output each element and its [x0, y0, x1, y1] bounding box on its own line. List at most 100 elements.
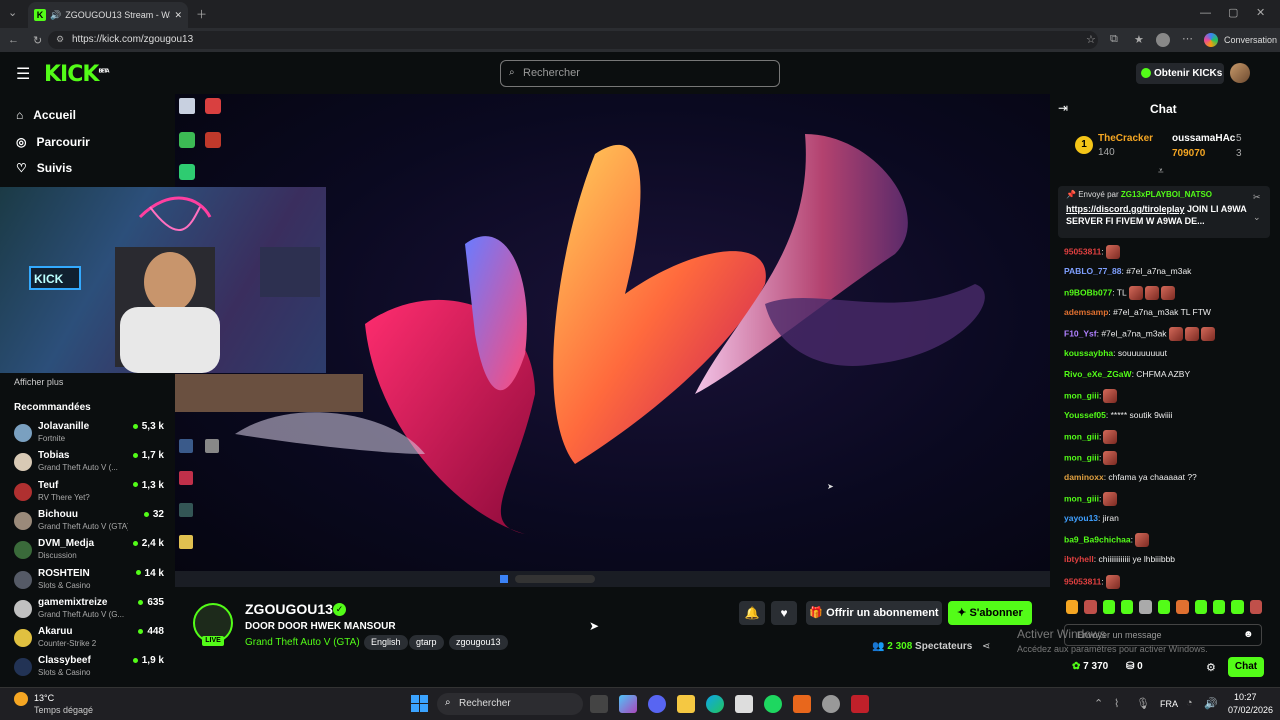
chat-message[interactable]: mon_giii: [1064, 451, 1118, 465]
chat-username[interactable]: 95053811 [1064, 246, 1101, 256]
chat-username[interactable]: ibtyhell [1064, 554, 1094, 564]
gift-subscription-button[interactable]: 🎁 Offrir un abonnement [806, 601, 942, 625]
close-window-icon[interactable]: ✕ [1256, 6, 1265, 19]
share-icon[interactable]: ⋖ [982, 641, 990, 652]
more-icon[interactable]: ⋯ [1182, 32, 1193, 45]
send-chat-button[interactable]: Chat [1228, 657, 1264, 677]
emote-icon[interactable] [1121, 600, 1134, 614]
collapse-chat-icon[interactable]: ⇥ [1058, 101, 1068, 115]
expand-leaderboard-icon[interactable]: ⩡ [1158, 166, 1164, 177]
speaker-icon[interactable]: 🔊 [50, 10, 61, 21]
expand-pinned-icon[interactable]: ⌄ [1253, 212, 1261, 223]
emote-icon[interactable] [1066, 600, 1079, 614]
recommended-channel[interactable]: Bichouu Grand Theft Auto V (GTA) 32 [14, 509, 164, 537]
task-view-icon[interactable] [590, 695, 608, 713]
taskbar-search[interactable]: Rechercher [437, 693, 583, 715]
chat-username[interactable]: ademsamp [1064, 307, 1108, 317]
chat-message[interactable]: mon_giii: [1064, 430, 1118, 445]
file-explorer-icon[interactable] [677, 695, 695, 713]
emote-bar[interactable] [1064, 600, 1262, 616]
site-info-icon[interactable]: ⚙ [56, 34, 64, 45]
emote-icon[interactable] [1212, 600, 1226, 614]
emoji-icon[interactable]: ☻ [1243, 629, 1254, 640]
tag-english[interactable]: English [364, 635, 408, 650]
clock-date[interactable]: 07/02/2026 [1228, 705, 1273, 715]
emote-icon[interactable] [1102, 600, 1116, 614]
recommended-channel[interactable]: Teuf RV There Yet? 1,3 k [14, 480, 164, 508]
chat-message[interactable]: yayou13: jiran [1064, 513, 1119, 523]
sidebar-item-parcourir[interactable]: ◎ Parcourir [16, 135, 90, 149]
leader-name[interactable]: oussamaHAc [1172, 133, 1235, 144]
url-field[interactable]: https://kick.com/zgougou13 [48, 31, 1098, 49]
channel-points[interactable]: ⛁ 0 [1126, 661, 1143, 672]
chat-username[interactable]: ba9_Ba9chichaa [1064, 535, 1131, 545]
chat-username[interactable]: PABLO_77_88 [1064, 266, 1121, 276]
emote-icon[interactable] [1176, 600, 1189, 614]
emote-icon[interactable] [1084, 600, 1097, 614]
emote-icon[interactable] [1194, 600, 1207, 614]
chat-username[interactable]: n9BOBb077 [1064, 287, 1112, 297]
kicks-balance[interactable]: ✿ 7 370 [1072, 661, 1108, 672]
chat-message[interactable]: Youssef05: ***** soutik 9wiiii [1064, 410, 1173, 420]
chat-message[interactable]: ademsamp: #7el_a7na_m3ak TL FTW [1064, 307, 1211, 317]
chat-username[interactable]: mon_giii [1064, 432, 1099, 442]
app-icon[interactable] [793, 695, 811, 713]
recommended-channel[interactable]: Akaruu Counter-Strike 2 448 [14, 626, 164, 654]
kick-logo[interactable]: KICKBETA [44, 62, 110, 87]
recommended-channel[interactable]: ROSHTEIN Slots & Casino 14 k [14, 568, 164, 596]
pinned-message[interactable]: 📌 Envoyé par ZG13xPLAYBOI_NATSO https://… [1058, 186, 1270, 238]
chat-username[interactable]: yayou13 [1064, 513, 1098, 523]
sidebar-item-suivis[interactable]: ♡ Suivis [16, 161, 72, 175]
wifi-icon[interactable]: ◔ [1186, 697, 1193, 709]
recommended-channel[interactable]: Tobias Grand Theft Auto V (... 1,7 k [14, 450, 164, 478]
profile-icon[interactable] [1156, 33, 1170, 47]
chat-message[interactable]: daminoxx: chfama ya chaaaaat ?? [1064, 472, 1197, 482]
follow-heart-button[interactable]: ♥ [771, 601, 797, 625]
chat-username[interactable]: 95053811 [1064, 576, 1101, 586]
tab-menu-icon[interactable]: ⌄ [8, 6, 17, 19]
recommended-channel[interactable]: gamemixtreize Grand Theft Auto V (G... 635 [14, 597, 164, 625]
leader-name[interactable]: TheCracker [1098, 133, 1153, 144]
minimize-icon[interactable]: — [1200, 7, 1211, 19]
extensions-icon[interactable]: ⧉ [1110, 33, 1118, 46]
favorite-icon[interactable]: ☆ [1086, 33, 1096, 46]
settings-taskbar-icon[interactable] [822, 695, 840, 713]
favorites-bar-icon[interactable]: ★ [1134, 33, 1144, 46]
recommended-channel[interactable]: Jolavanille Fortnite 5,3 k [14, 421, 164, 449]
edge-icon[interactable] [706, 695, 724, 713]
chat-message[interactable]: mon_giii: [1064, 492, 1118, 507]
chat-message[interactable]: n9BOBb077: TL [1064, 286, 1175, 301]
emote-icon[interactable] [1139, 600, 1152, 614]
chat-username[interactable]: daminoxx [1064, 472, 1104, 482]
volume-icon[interactable]: 🔊 [1204, 697, 1218, 710]
category-link[interactable]: Grand Theft Auto V (GTA) [245, 637, 360, 648]
start-icon[interactable] [411, 695, 428, 712]
mic-icon[interactable]: 🎙 [1136, 697, 1150, 710]
chat-username[interactable]: mon_giii [1064, 390, 1099, 400]
sidebar-item-accueil[interactable]: ⌂ Accueil [16, 108, 76, 122]
new-tab-icon[interactable]: ＋ [196, 6, 207, 22]
chat-username[interactable]: mon_giii [1064, 452, 1099, 462]
network-icon[interactable]: ⌇ [1114, 697, 1119, 710]
clock-time[interactable]: 10:27 [1234, 692, 1257, 702]
recommended-channel[interactable]: Classybeef Slots & Casino 1,9 k [14, 655, 164, 683]
show-more-link[interactable]: Afficher plus [14, 377, 63, 387]
chat-message[interactable]: F10_Ysf: #7el_a7na_m3ak [1064, 327, 1215, 342]
recommended-channel[interactable]: DVM_Medja Discussion 2,4 k [14, 538, 164, 566]
pinned-link[interactable]: https://discord.gg/tiroleplay [1066, 204, 1185, 214]
emote-icon[interactable] [1157, 600, 1171, 614]
maximize-icon[interactable]: ▢ [1228, 6, 1238, 19]
discord-icon[interactable] [648, 695, 666, 713]
pinned-sender[interactable]: ZG13xPLAYBOI_NATSO [1121, 190, 1212, 199]
chat-message[interactable]: ibtyhell: chiiiiiiiiiiii ye lhbiiibbb [1064, 554, 1175, 564]
browser-tab[interactable]: K 🔊 ZGOUGOU13 Stream - Watch ✕ [28, 2, 188, 28]
close-tab-icon[interactable]: ✕ [174, 10, 182, 21]
back-icon[interactable]: ← [8, 34, 19, 46]
chat-username[interactable]: F10_Ysf [1064, 329, 1097, 339]
chat-username[interactable]: koussaybha [1064, 348, 1113, 358]
store-icon[interactable] [735, 695, 753, 713]
notification-bell-button[interactable]: 🔔 [739, 601, 765, 625]
emote-icon[interactable] [1249, 600, 1262, 614]
tag-zgougou13[interactable]: zgougou13 [449, 635, 508, 650]
chat-message[interactable]: 95053811: [1064, 574, 1120, 589]
